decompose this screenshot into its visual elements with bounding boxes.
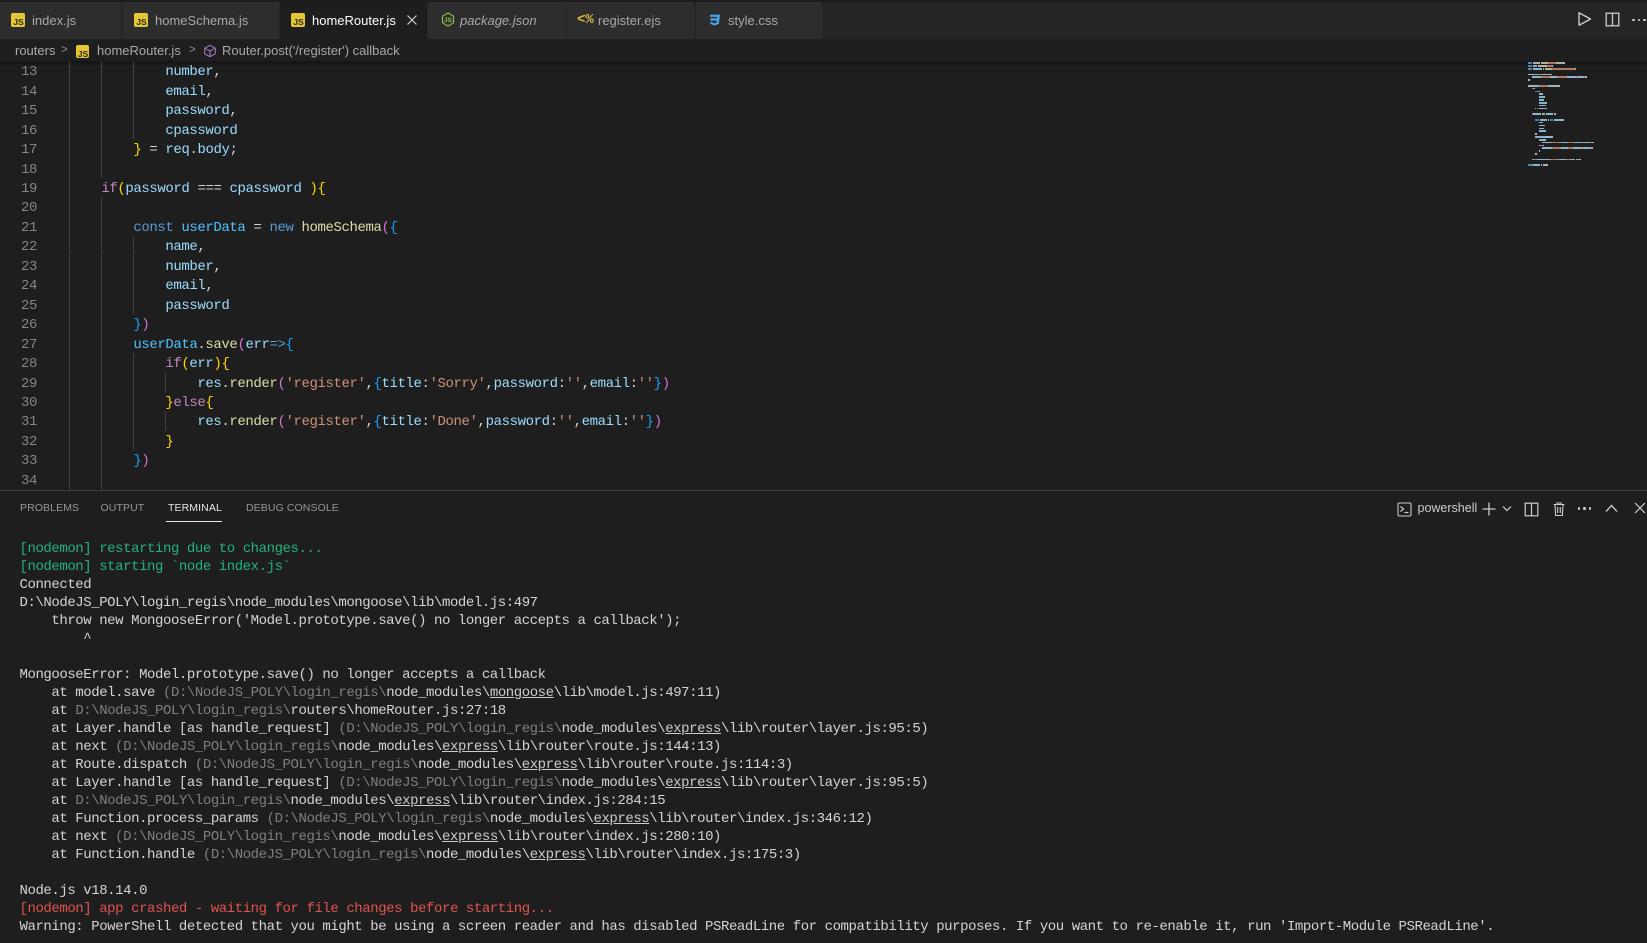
svg-text:JS: JS bbox=[444, 17, 453, 24]
